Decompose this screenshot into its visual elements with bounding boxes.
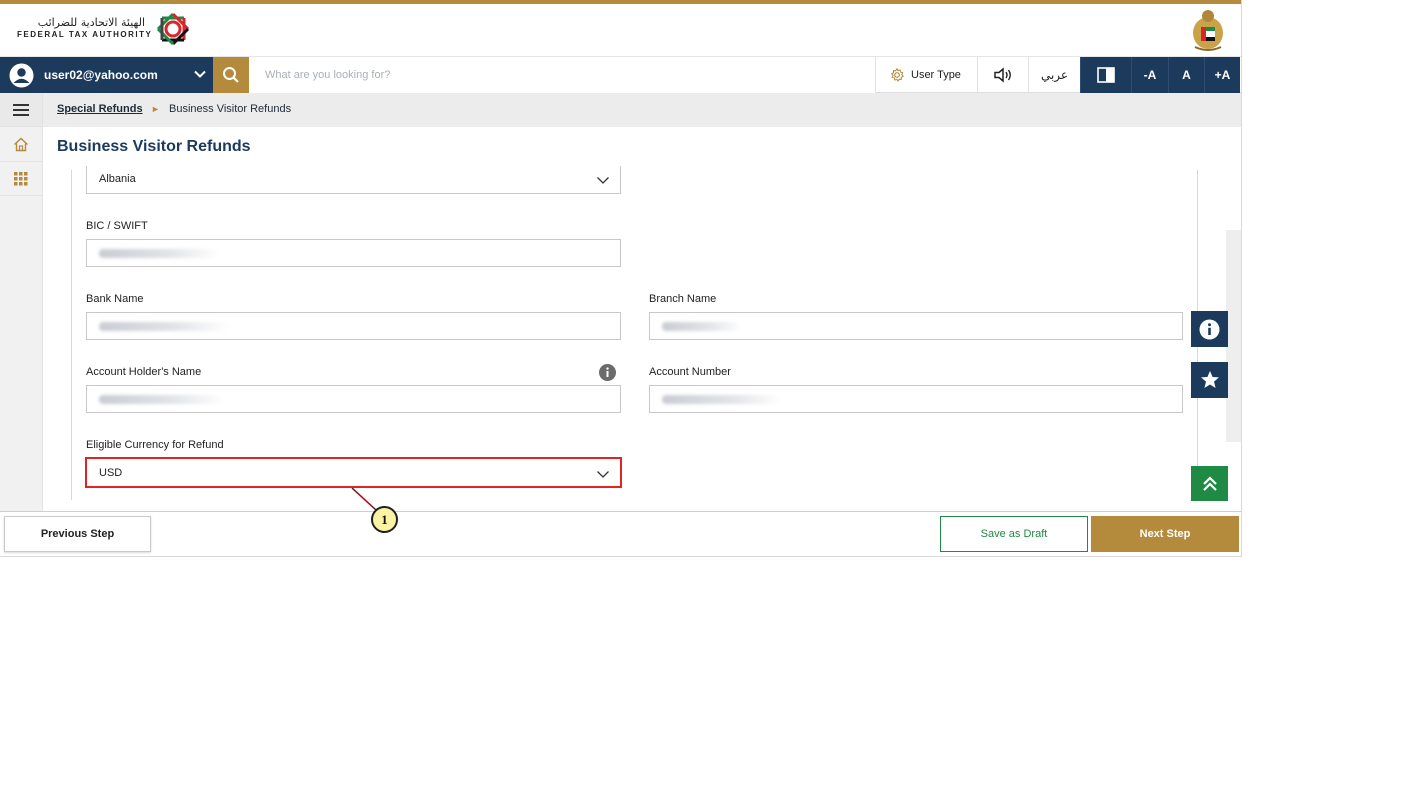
branch-name-input[interactable] — [649, 312, 1183, 340]
fta-logo-text[interactable]: الهيئة الاتحادية للضرائب FEDERAL TAX AUT… — [17, 16, 152, 41]
main-toolbar: user02@yahoo.com User Type — [0, 57, 1241, 93]
account-number-label: Account Number — [649, 366, 731, 378]
search-icon — [223, 67, 239, 83]
redacted-value — [99, 249, 219, 258]
fta-logo-icon[interactable] — [150, 6, 196, 52]
wizard-footer: Previous Step Save as Draft Next Step — [0, 511, 1241, 556]
app-window: الهيئة الاتحادية للضرائب FEDERAL TAX AUT… — [0, 0, 1242, 557]
sidebar-item-home[interactable] — [0, 128, 42, 162]
speaker-icon — [994, 67, 1011, 83]
left-sidebar — [0, 93, 43, 513]
info-icon — [1199, 319, 1220, 339]
bank-name-label: Bank Name — [86, 293, 144, 305]
callout-badge: 1 — [371, 506, 398, 533]
next-step-button[interactable]: Next Step — [1091, 516, 1239, 552]
home-icon — [14, 137, 28, 152]
font-increase-button[interactable]: +A — [1204, 57, 1240, 93]
chevron-down-icon — [597, 471, 609, 478]
bic-swift-label: BIC / SWIFT — [86, 220, 148, 232]
info-panel-button[interactable] — [1191, 311, 1228, 347]
previous-step-button[interactable]: Previous Step — [4, 516, 151, 552]
chevron-down-icon — [194, 70, 206, 78]
currency-select[interactable]: USD — [85, 457, 622, 488]
redacted-value — [99, 395, 224, 404]
hamburger-icon — [13, 103, 29, 116]
font-decrease-button[interactable]: -A — [1131, 57, 1168, 93]
scrollbar[interactable] — [1226, 230, 1241, 442]
font-normal-button[interactable]: A — [1168, 57, 1204, 93]
user-type-button[interactable]: User Type — [875, 57, 977, 93]
breadcrumb: Special Refunds ► Business Visitor Refun… — [43, 93, 1241, 127]
logo-arabic-text: الهيئة الاتحادية للضرائب — [37, 16, 145, 29]
currency-value: USD — [99, 467, 123, 479]
account-holder-input[interactable] — [86, 385, 621, 413]
breadcrumb-special-refunds[interactable]: Special Refunds — [57, 103, 143, 115]
country-select[interactable]: Albania — [86, 166, 621, 194]
country-value: Albania — [99, 173, 136, 185]
breadcrumb-separator-icon: ► — [151, 104, 160, 114]
star-icon — [1200, 371, 1219, 388]
sidebar-menu-toggle[interactable] — [0, 93, 42, 127]
user-menu[interactable]: user02@yahoo.com — [0, 57, 213, 93]
redacted-value — [662, 395, 782, 404]
info-icon[interactable] — [599, 364, 616, 381]
chevron-down-icon — [597, 177, 609, 184]
save-as-draft-button[interactable]: Save as Draft — [940, 516, 1088, 552]
gear-icon — [890, 68, 904, 82]
text-to-speech-button[interactable] — [977, 57, 1028, 93]
breadcrumb-current: Business Visitor Refunds — [169, 103, 292, 115]
account-holder-label: Account Holder's Name — [86, 366, 202, 378]
uae-emblem-icon — [1193, 10, 1223, 51]
site-header: الهيئة الاتحادية للضرائب FEDERAL TAX AUT… — [0, 4, 1241, 57]
search-input[interactable] — [249, 57, 875, 93]
currency-label: Eligible Currency for Refund — [86, 439, 224, 451]
search-button[interactable] — [213, 57, 249, 93]
redacted-value — [662, 322, 742, 331]
contrast-icon — [1097, 67, 1115, 83]
apps-grid-icon — [14, 171, 28, 185]
user-type-label: User Type — [911, 69, 961, 81]
branch-name-label: Branch Name — [649, 293, 717, 305]
bank-name-input[interactable] — [86, 312, 621, 340]
scroll-to-top-button[interactable] — [1191, 466, 1228, 501]
contrast-button[interactable] — [1080, 57, 1131, 93]
sidebar-item-apps[interactable] — [0, 162, 42, 196]
favorites-button[interactable] — [1191, 362, 1228, 398]
page-title: Business Visitor Refunds — [57, 138, 251, 155]
user-avatar-icon — [9, 63, 34, 88]
language-toggle[interactable]: عربي — [1028, 57, 1080, 93]
logo-english-text: FEDERAL TAX AUTHORITY — [17, 30, 153, 39]
bic-swift-input[interactable] — [86, 239, 621, 267]
redacted-value — [99, 322, 229, 331]
double-chevron-up-icon — [1202, 475, 1217, 491]
user-email: user02@yahoo.com — [44, 68, 158, 82]
account-number-input[interactable] — [649, 385, 1183, 413]
